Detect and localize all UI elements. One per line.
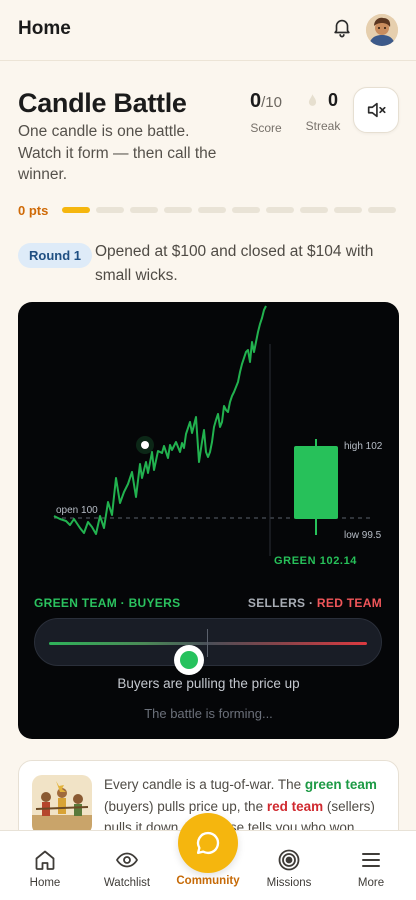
tug-of-war-illustration — [32, 775, 92, 835]
progress-segment — [130, 207, 158, 213]
flame-icon — [308, 94, 317, 106]
nav-item-more[interactable]: More — [336, 848, 406, 889]
low-price-label: low 99.5 — [344, 530, 382, 541]
red-team-highlight: red team — [266, 798, 324, 814]
info-text-part: Every candle is a tug-of-war. The — [104, 777, 305, 792]
sellers-text: SELLERS · — [247, 596, 317, 610]
candle-body — [294, 446, 338, 519]
menu-icon — [362, 853, 380, 867]
nav-item-missions[interactable]: Missions — [254, 848, 324, 889]
progress-segment — [96, 207, 124, 213]
tug-center-marker — [207, 629, 208, 657]
round-description: Opened at $100 and closed at $104 with s… — [95, 243, 374, 284]
round-badge: Round 1 — [18, 243, 92, 268]
nav-label: More — [357, 877, 385, 889]
speaker-mute-icon — [367, 102, 386, 118]
avatar[interactable] — [366, 14, 398, 46]
price-dot — [141, 441, 149, 449]
nav-label: Community — [176, 875, 240, 887]
progress-segment — [334, 207, 362, 213]
nav-item-watchlist[interactable]: Watchlist — [92, 848, 162, 889]
streak-label: Streak — [305, 119, 341, 133]
result-label: GREEN 102.14 — [274, 555, 358, 567]
tug-track — [49, 642, 367, 645]
progress-segment — [300, 207, 328, 213]
game-title: Candle Battle — [18, 88, 187, 118]
streak-display: 0 Streak — [300, 90, 346, 133]
home-icon — [35, 850, 55, 870]
streak-value: 0 — [327, 90, 338, 110]
progress-segment — [368, 207, 396, 213]
round-progress — [62, 207, 396, 213]
red-team-text: RED TEAM — [316, 596, 382, 610]
battle-forming-text: The battle is forming... — [144, 706, 273, 721]
target-icon — [278, 849, 300, 871]
open-price-label: open 100 — [56, 505, 98, 516]
progress-segment — [232, 207, 260, 213]
green-team-highlight: green team — [304, 777, 377, 792]
mute-button[interactable] — [353, 87, 399, 133]
progress-segment — [62, 207, 90, 213]
score-display: 0/10 Score — [240, 90, 292, 135]
bell-icon[interactable] — [331, 16, 353, 38]
eye-icon — [115, 852, 139, 868]
tug-knob — [174, 645, 205, 675]
red-team-label: SELLERS · RED TEAM — [248, 596, 382, 610]
score-total: /10 — [261, 94, 282, 111]
progress-segment — [266, 207, 294, 213]
tug-of-war-bar — [34, 618, 382, 675]
green-team-label: GREEN TEAM · BUYERS — [34, 596, 181, 610]
info-text-part: (buyers) pulls price up, the — [104, 798, 267, 814]
price-path — [53, 305, 267, 535]
battle-status: Buyers are pulling the price up — [117, 676, 300, 691]
nav-label: Watchlist — [103, 877, 151, 889]
nav-label: Home — [29, 877, 61, 889]
community-fab[interactable] — [178, 813, 238, 873]
nav-item-home[interactable]: Home — [10, 848, 80, 889]
score-value: 0 — [250, 90, 262, 112]
game-subtitle: One candle is one battle. Watch it form … — [18, 123, 217, 183]
nav-item-community[interactable]: Community — [168, 813, 248, 887]
chat-bubble-icon — [196, 831, 220, 855]
points-label: 0 pts — [18, 203, 49, 218]
bottom-nav: Home Watchlist Community Missions More — [0, 813, 416, 900]
nav-label: Missions — [266, 877, 312, 889]
page-title: Home — [18, 18, 71, 39]
score-label: Score — [250, 121, 282, 135]
high-price-label: high 102 — [344, 441, 382, 452]
progress-segment — [164, 207, 192, 213]
progress-segment — [198, 207, 226, 213]
top-bar: Home — [0, 0, 416, 61]
battle-card: open 100 high 102 low 99.5 GREEN 102.14 … — [18, 302, 399, 739]
